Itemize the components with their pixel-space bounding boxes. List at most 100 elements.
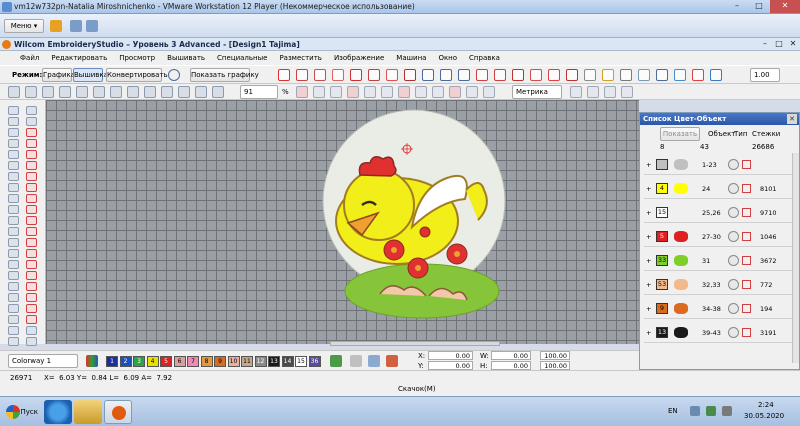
panel-close-button[interactable]: ✕ [787, 114, 797, 124]
view-tool-icon[interactable] [466, 86, 478, 98]
menu-item[interactable]: Файл [14, 54, 45, 62]
edit-tool-icon[interactable] [161, 86, 173, 98]
color-tool-icon[interactable] [350, 355, 362, 367]
view-tool-icon[interactable] [347, 86, 359, 98]
wilcom-taskbar-icon[interactable] [104, 400, 132, 424]
digitizing-tool-icon[interactable] [8, 161, 19, 170]
colorway-swatch[interactable]: 4 [146, 356, 159, 367]
view-tool-icon[interactable] [432, 86, 444, 98]
digitizing-tool-icon[interactable] [8, 326, 19, 335]
stitch-tool-icon[interactable] [566, 69, 578, 81]
h-input[interactable]: 0.00 [491, 361, 531, 370]
palette-icon[interactable] [86, 355, 98, 367]
language-indicator[interactable]: EN [668, 407, 678, 415]
stitch-tool-icon[interactable] [368, 69, 380, 81]
stitch-tool-icon[interactable] [656, 69, 668, 81]
edit-tool-icon[interactable] [144, 86, 156, 98]
start-button[interactable]: Пуск [4, 401, 38, 423]
color-object-row[interactable]: +13 39-43 3191 [644, 323, 796, 343]
digitizing-tool-icon[interactable] [26, 205, 37, 214]
vm-fullscreen-icon[interactable] [86, 20, 98, 32]
maximize-button[interactable]: □ [748, 0, 770, 13]
digitizing-tool-icon[interactable] [26, 260, 37, 269]
colorway-swatch[interactable]: 2 [119, 356, 132, 367]
colorway-swatch[interactable]: 36 [308, 356, 321, 367]
digitizing-tool-icon[interactable] [8, 128, 19, 137]
app-minimize-button[interactable]: – [758, 38, 772, 51]
edit-tool-icon[interactable] [42, 86, 54, 98]
colorway-swatch[interactable]: 15 [295, 356, 307, 367]
menu-item[interactable]: Машина [390, 54, 432, 62]
y-input[interactable]: 0.00 [428, 361, 473, 370]
edit-tool-icon[interactable] [212, 86, 224, 98]
stitch-tool-icon[interactable] [692, 69, 704, 81]
digitizing-tool-icon[interactable] [8, 205, 19, 214]
digitizing-tool-icon[interactable] [8, 260, 19, 269]
menu-item[interactable]: Специальные [211, 54, 273, 62]
stitch-tool-icon[interactable] [332, 69, 344, 81]
color-object-row[interactable]: +4 24 8101 [644, 179, 796, 199]
digitizing-tool-icon[interactable] [26, 337, 37, 346]
digitizing-tool-icon[interactable] [26, 282, 37, 291]
digitizing-tool-icon[interactable] [8, 238, 19, 247]
digitizing-tool-icon[interactable] [8, 150, 19, 159]
view-tool-icon[interactable] [364, 86, 376, 98]
view-tool-icon[interactable] [415, 86, 427, 98]
zoom-input[interactable]: 91 [240, 85, 278, 99]
stitch-tool-icon[interactable] [620, 69, 632, 81]
app-restore-button[interactable]: □ [772, 38, 786, 51]
edit-tool-icon[interactable] [110, 86, 122, 98]
stitch-tool-icon[interactable] [602, 69, 614, 81]
file-explorer-icon[interactable] [74, 400, 102, 424]
edit-tool-icon[interactable] [59, 86, 71, 98]
edit-tool-icon[interactable] [76, 86, 88, 98]
stitch-tool-icon[interactable] [404, 69, 416, 81]
embroidery-mode-button[interactable]: Вышивка [73, 68, 108, 82]
graphics-mode-button[interactable]: Графика [42, 68, 75, 82]
menu-item[interactable]: Просмотр [113, 54, 161, 62]
measure-tool-icon[interactable] [587, 86, 599, 98]
clock-date[interactable]: 30.05.2020 [744, 412, 784, 420]
digitizing-tool-icon[interactable] [8, 315, 19, 324]
digitizing-tool-icon[interactable] [26, 304, 37, 313]
colorway-swatch[interactable]: 6 [173, 356, 186, 367]
scale-input[interactable]: 1.00 [750, 68, 780, 82]
stitch-tool-icon[interactable] [314, 69, 326, 81]
digitizing-tool-icon[interactable] [8, 183, 19, 192]
show-button[interactable]: Показать [660, 127, 700, 141]
digitizing-tool-icon[interactable] [26, 293, 37, 302]
app-close-button[interactable]: ✕ [786, 38, 800, 51]
edit-tool-icon[interactable] [127, 86, 139, 98]
digitizing-tool-icon[interactable] [8, 106, 19, 115]
digitizing-tool-icon[interactable] [8, 139, 19, 148]
colorway-swatch[interactable]: 14 [281, 356, 294, 367]
thread-chart-icon[interactable] [368, 355, 380, 367]
add-color-icon[interactable] [330, 355, 342, 367]
colorway-swatch[interactable]: 12 [254, 356, 267, 367]
color-object-row[interactable]: +9 34-38 194 [644, 299, 796, 319]
globe-icon[interactable] [168, 69, 180, 81]
digitizing-tool-icon[interactable] [26, 106, 37, 115]
stitch-tool-icon[interactable] [494, 69, 506, 81]
tray-volume-icon[interactable] [722, 406, 732, 416]
stitch-tool-icon[interactable] [548, 69, 560, 81]
h-percent-input[interactable]: 100.00 [540, 361, 570, 370]
colorway-swatch[interactable]: 3 [133, 356, 145, 367]
color-object-row[interactable]: +53 32,33 772 [644, 275, 796, 295]
pause-icon[interactable] [50, 20, 62, 32]
view-tool-icon[interactable] [483, 86, 495, 98]
digitizing-tool-icon[interactable] [8, 304, 19, 313]
digitizing-tool-icon[interactable] [26, 194, 37, 203]
vm-devices-icon[interactable] [70, 20, 82, 32]
x-input[interactable]: 0.00 [428, 351, 473, 360]
colorway-swatch[interactable]: 11 [241, 356, 253, 367]
digitizing-tool-icon[interactable] [26, 161, 37, 170]
stitch-tool-icon[interactable] [296, 69, 308, 81]
view-tool-icon[interactable] [296, 86, 308, 98]
digitizing-tool-icon[interactable] [8, 282, 19, 291]
digitizing-tool-icon[interactable] [26, 117, 37, 126]
colorway-swatch[interactable]: 7 [187, 356, 199, 367]
color-film-icon[interactable] [386, 355, 398, 367]
clock-time[interactable]: 2:24 [758, 401, 774, 409]
menu-item[interactable]: Редактировать [45, 54, 113, 62]
